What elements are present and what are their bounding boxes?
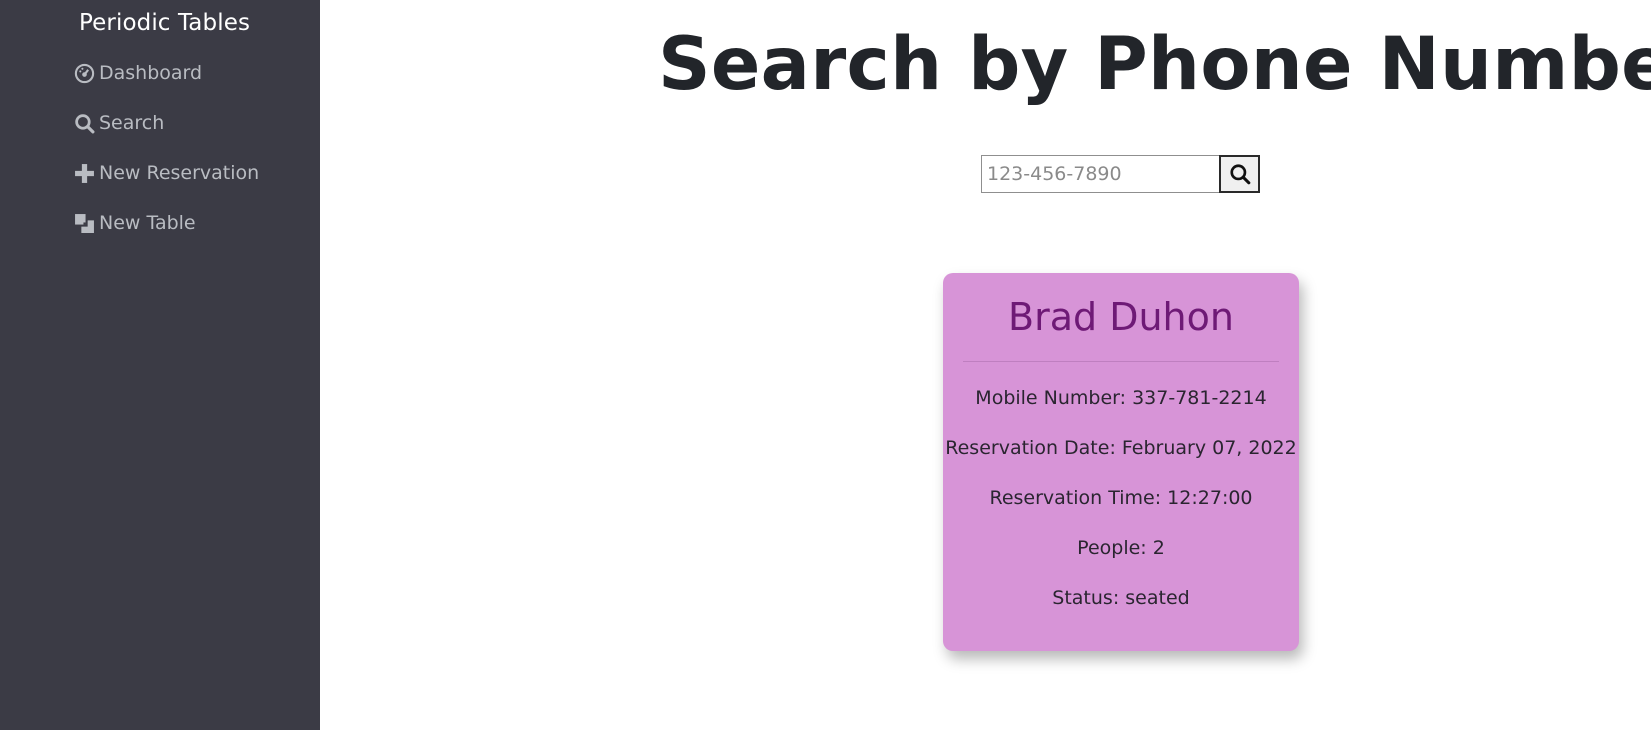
page-title: Search by Phone Number <box>658 22 1651 107</box>
search-icon <box>1229 164 1250 185</box>
sidebar-item-search[interactable]: Search <box>73 112 164 134</box>
table-icon <box>73 212 95 234</box>
people-count: People: 2 <box>1077 537 1165 559</box>
app: Periodic Tables Dashboard Search New Res… <box>0 0 1651 730</box>
reservation-card: Brad Duhon Mobile Number: 337-781-2214 R… <box>943 273 1299 651</box>
mobile-number: Mobile Number: 337-781-2214 <box>975 387 1267 409</box>
phone-search-input[interactable] <box>981 155 1219 193</box>
main-content: Search by Phone Number Brad Duhon Mobile… <box>320 0 1651 730</box>
reservation-name: Brad Duhon <box>1008 295 1234 339</box>
search-button[interactable] <box>1219 155 1260 193</box>
brand-title[interactable]: Periodic Tables <box>79 10 250 36</box>
sidebar-item-dashboard[interactable]: Dashboard <box>73 62 202 84</box>
sidebar-item-label: New Reservation <box>99 162 260 184</box>
sidebar-item-label: Dashboard <box>99 62 203 84</box>
search-form <box>981 155 1260 193</box>
search-icon <box>73 112 95 134</box>
sidebar-item-new-table[interactable]: New Table <box>73 212 196 234</box>
sidebar-item-new-reservation[interactable]: New Reservation <box>73 162 259 184</box>
sidebar-item-label: New Table <box>99 212 196 234</box>
sidebar-item-label: Search <box>99 112 165 134</box>
card-divider <box>963 361 1279 362</box>
reservation-status: Status: seated <box>1052 587 1190 609</box>
reservation-date: Reservation Date: February 07, 2022 <box>945 437 1297 459</box>
reservation-time: Reservation Time: 12:27:00 <box>989 487 1253 509</box>
plus-icon <box>73 162 95 184</box>
sidebar: Periodic Tables Dashboard Search New Res… <box>0 0 320 730</box>
dashboard-icon <box>73 62 95 84</box>
